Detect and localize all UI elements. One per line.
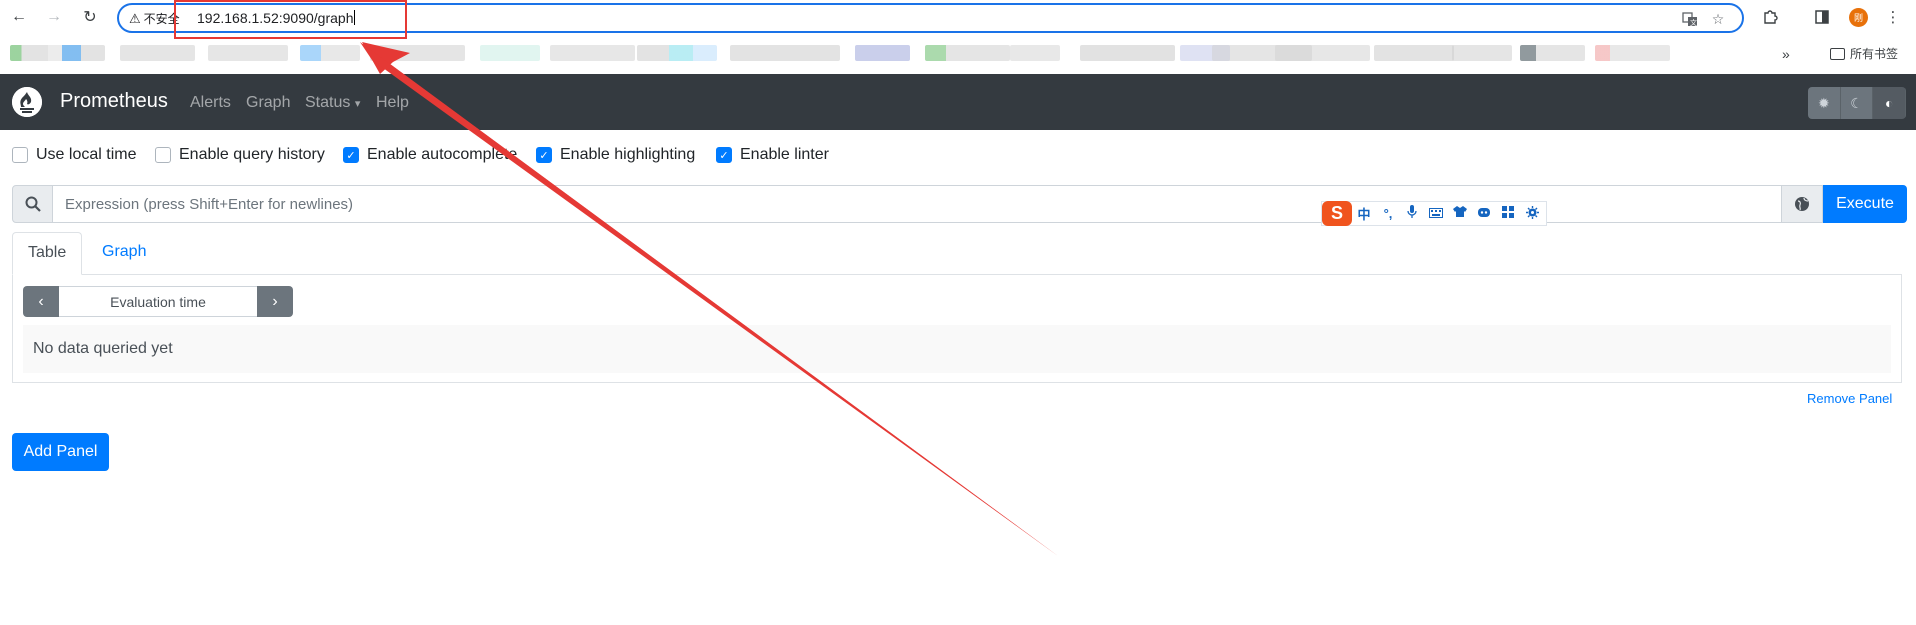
- bookmark-item[interactable]: [480, 45, 540, 61]
- browser-toolbar: ← → ↻ ⚠ 不安全 192.168.1.52:9090/graph 文 ☆ …: [0, 0, 1916, 34]
- screenshot-root: ← → ↻ ⚠ 不安全 192.168.1.52:9090/graph 文 ☆ …: [0, 0, 1916, 625]
- execute-button[interactable]: Execute: [1823, 185, 1907, 223]
- reload-icon[interactable]: ↻: [78, 5, 102, 29]
- nav-graph[interactable]: Graph: [246, 94, 290, 112]
- bookmark-item[interactable]: [120, 45, 195, 61]
- avatar[interactable]: 刚: [1849, 8, 1868, 27]
- arrow-left-icon[interactable]: ←: [7, 5, 31, 29]
- ime-microphone-icon[interactable]: [1400, 205, 1424, 222]
- option-label: Enable linter: [740, 146, 829, 163]
- bookmark-item[interactable]: [1080, 45, 1175, 61]
- navbar: Prometheus Alerts Graph Status ▾ Help ✹ …: [0, 74, 1916, 130]
- all-bookmarks-label: 所有书签: [1850, 47, 1899, 61]
- option-label: Enable query history: [179, 146, 325, 163]
- bookmark-item[interactable]: [1374, 45, 1454, 61]
- brand-title[interactable]: Prometheus: [60, 90, 168, 113]
- theme-toggle-group: ✹ ☾ ◐: [1808, 87, 1906, 119]
- caret-down-icon: ▾: [354, 98, 361, 110]
- puzzle-icon[interactable]: [1758, 5, 1782, 29]
- checkbox-checked-icon[interactable]: ✓: [536, 147, 552, 163]
- sidebar-icon[interactable]: [1810, 5, 1834, 29]
- security-label: 不安全: [143, 12, 180, 26]
- ime-punctuation-icon[interactable]: °,: [1376, 206, 1400, 221]
- kebab-menu-icon[interactable]: ⋮: [1881, 5, 1905, 29]
- option-enable-autocomplete[interactable]: ✓ Enable autocomplete: [343, 146, 517, 164]
- nav-status[interactable]: Status ▾: [305, 94, 360, 112]
- bookmark-item[interactable]: [730, 45, 840, 61]
- ime-toolbar: S 中 °,: [1321, 201, 1547, 226]
- option-enable-query-history[interactable]: Enable query history: [155, 146, 325, 164]
- checkbox-checked-icon[interactable]: ✓: [343, 147, 359, 163]
- chevron-right-icon[interactable]: ›: [257, 286, 293, 317]
- all-bookmarks[interactable]: 所有书签: [1830, 45, 1898, 62]
- warning-icon: ⚠: [129, 10, 141, 26]
- chevron-left-icon[interactable]: ‹: [23, 286, 59, 317]
- ime-skin-icon[interactable]: [1448, 206, 1472, 221]
- folder-icon: [1830, 47, 1845, 60]
- ime-keyboard-icon[interactable]: [1424, 206, 1448, 221]
- nav-alerts[interactable]: Alerts: [190, 94, 231, 112]
- bookmark-item[interactable]: [370, 45, 465, 61]
- ime-toolbox-icon[interactable]: [1496, 206, 1520, 221]
- evaluation-time-control: ‹ ›: [23, 286, 293, 317]
- option-label: Use local time: [36, 146, 137, 163]
- tab-graph[interactable]: Graph: [87, 232, 161, 275]
- bookmark-item[interactable]: [550, 45, 635, 61]
- nav-status-label: Status: [305, 94, 351, 111]
- light-theme-icon[interactable]: ✹: [1808, 87, 1841, 119]
- bookmarks-overflow[interactable]: »: [1782, 46, 1790, 62]
- tab-table[interactable]: Table: [12, 232, 83, 275]
- text-caret: [354, 10, 356, 25]
- prometheus-logo-icon[interactable]: [12, 87, 42, 117]
- checkbox[interactable]: [12, 147, 28, 163]
- bookmark-item[interactable]: [637, 45, 717, 61]
- bookmark-item[interactable]: [1520, 45, 1585, 61]
- option-label: Enable highlighting: [560, 146, 696, 163]
- security-indicator[interactable]: ⚠ 不安全: [129, 10, 180, 27]
- url-text[interactable]: 192.168.1.52:9090/graph: [197, 10, 356, 26]
- bookmark-item[interactable]: [1452, 45, 1512, 61]
- star-icon[interactable]: ☆: [1708, 9, 1728, 29]
- option-label: Enable autocomplete: [367, 146, 518, 163]
- address-bar[interactable]: ⚠ 不安全 192.168.1.52:9090/graph 文 ☆: [117, 3, 1744, 33]
- option-use-local-time[interactable]: Use local time: [12, 146, 136, 164]
- ime-settings-icon[interactable]: [1520, 205, 1544, 222]
- results-table: No data queried yet: [23, 325, 1891, 373]
- evaluation-time-input[interactable]: [59, 286, 257, 317]
- option-enable-highlighting[interactable]: ✓ Enable highlighting: [536, 146, 695, 164]
- bookmark-item[interactable]: [300, 45, 360, 61]
- bookmark-item[interactable]: [1275, 45, 1370, 61]
- bookmark-item[interactable]: [1010, 45, 1060, 61]
- svg-text:文: 文: [1690, 18, 1697, 27]
- bookmark-item[interactable]: [208, 45, 288, 61]
- checkbox[interactable]: [155, 147, 171, 163]
- arrow-right-icon[interactable]: →: [42, 5, 66, 29]
- add-panel-button[interactable]: Add Panel: [12, 433, 109, 471]
- url-value: 192.168.1.52:9090/graph: [197, 10, 354, 26]
- checkbox-checked-icon[interactable]: ✓: [716, 147, 732, 163]
- auto-theme-icon[interactable]: ◐: [1873, 87, 1906, 119]
- dark-theme-icon[interactable]: ☾: [1840, 87, 1874, 119]
- panel-body: ‹ › No data queried yet: [12, 274, 1902, 383]
- ime-chinese-mode[interactable]: 中: [1352, 204, 1376, 223]
- bookmark-item[interactable]: [10, 45, 105, 61]
- nav-help[interactable]: Help: [376, 94, 409, 112]
- option-enable-linter[interactable]: ✓ Enable linter: [716, 146, 829, 164]
- globe-icon[interactable]: [1782, 185, 1823, 223]
- bookmark-item[interactable]: [925, 45, 1010, 61]
- empty-message: No data queried yet: [33, 340, 173, 357]
- search-icon: [12, 185, 53, 223]
- bookmarks-bar: » 所有书签: [0, 40, 1916, 66]
- translate-icon[interactable]: 文: [1680, 9, 1700, 29]
- panel-tabs: Table Graph: [12, 232, 1902, 275]
- bookmark-item[interactable]: [855, 45, 910, 61]
- remove-panel-link[interactable]: Remove Panel: [1807, 391, 1892, 406]
- ime-assistant-icon[interactable]: [1472, 206, 1496, 221]
- expression-bar: Execute: [12, 185, 1907, 223]
- bookmark-item[interactable]: [1595, 45, 1670, 61]
- sogou-logo-icon[interactable]: S: [1322, 201, 1352, 226]
